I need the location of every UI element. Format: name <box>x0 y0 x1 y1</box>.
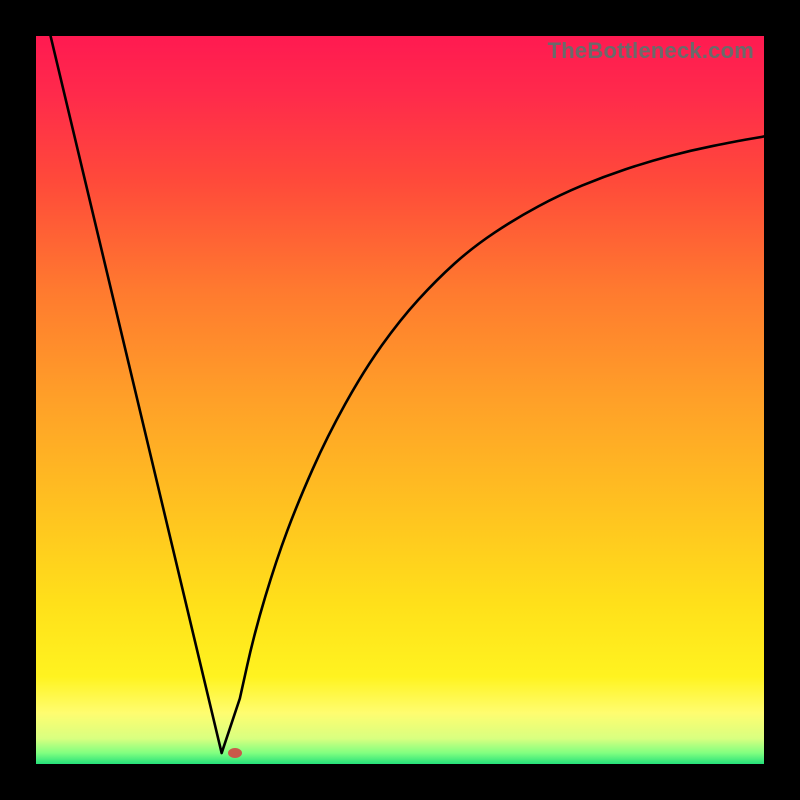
optimal-point-marker <box>228 748 242 758</box>
plot-area: TheBottleneck.com <box>36 36 764 764</box>
gradient-background <box>36 36 764 764</box>
chart-frame: TheBottleneck.com <box>0 0 800 800</box>
